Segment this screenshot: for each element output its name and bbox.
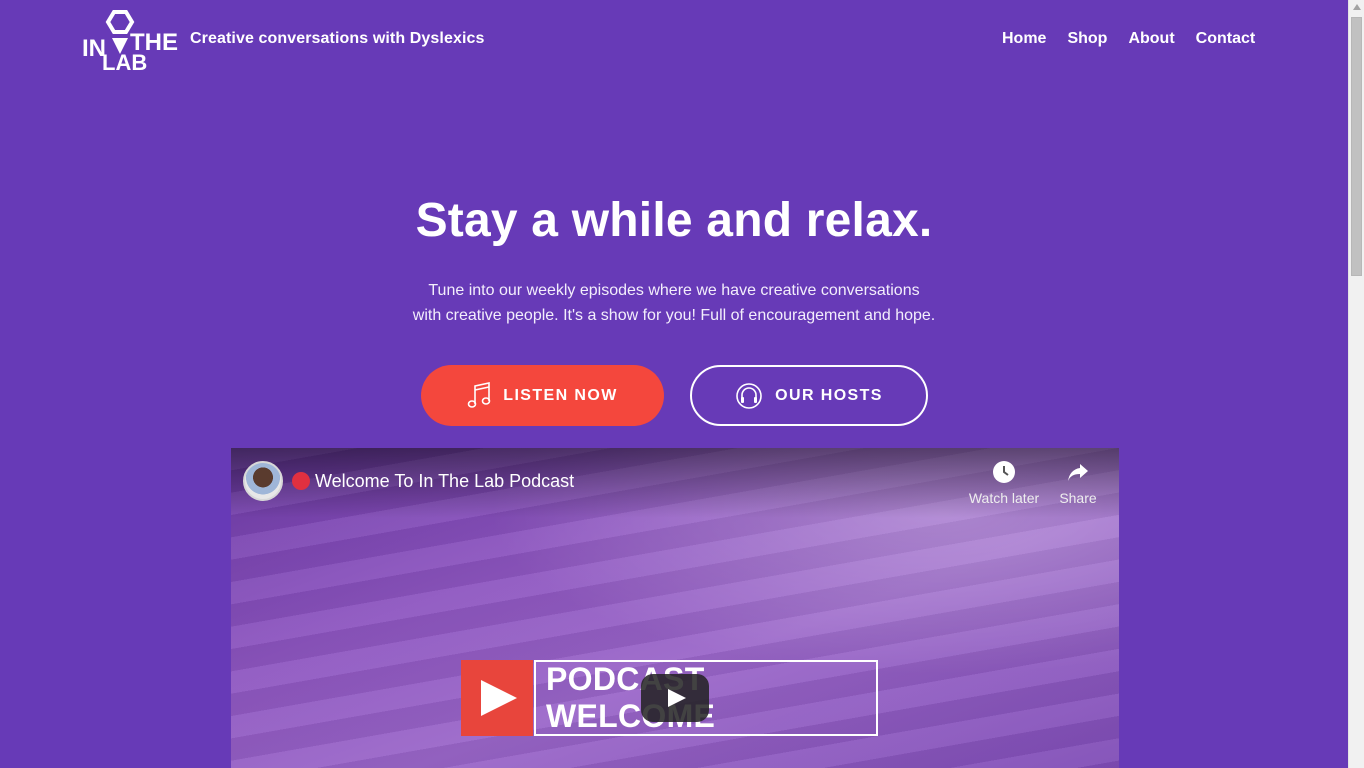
youtube-embed[interactable]: Welcome To In The Lab Podcast Watch late… bbox=[231, 448, 1119, 768]
video-title[interactable]: Welcome To In The Lab Podcast bbox=[315, 471, 574, 492]
share-button[interactable]: Share bbox=[1038, 460, 1118, 506]
our-hosts-label: OUR HOSTS bbox=[775, 386, 883, 404]
share-label: Share bbox=[1059, 490, 1097, 506]
logo[interactable]: IN THE LAB bbox=[80, 8, 178, 75]
clock-icon bbox=[993, 461, 1015, 483]
logo-icon: IN THE LAB bbox=[82, 10, 178, 75]
thumbnail-play-block bbox=[461, 660, 533, 736]
thumbnail-play-icon bbox=[481, 680, 517, 716]
watch-later-label: Watch later bbox=[968, 490, 1040, 506]
hero-text-line-2: with creative people. It's a show for yo… bbox=[412, 307, 936, 324]
scrollbar-thumb[interactable] bbox=[1351, 17, 1362, 276]
watch-later-button[interactable]: Watch later bbox=[964, 460, 1044, 506]
main-nav: Home Shop About Contact bbox=[1002, 30, 1276, 48]
channel-avatar[interactable] bbox=[243, 461, 283, 501]
nav-shop[interactable]: Shop bbox=[1067, 30, 1107, 48]
svg-text:LAB: LAB bbox=[102, 50, 147, 72]
nav-about[interactable]: About bbox=[1128, 30, 1174, 48]
play-icon bbox=[668, 689, 686, 707]
hero-text-line-1: Tune into our weekly episodes where we h… bbox=[428, 282, 920, 299]
hero-description: Tune into our weekly episodes where we h… bbox=[0, 278, 1348, 328]
listen-now-label: LISTEN NOW bbox=[503, 386, 618, 404]
music-note-icon bbox=[467, 381, 491, 408]
headphones-icon bbox=[736, 382, 762, 409]
nav-contact[interactable]: Contact bbox=[1196, 30, 1256, 48]
share-icon bbox=[1068, 464, 1088, 481]
listen-now-button[interactable]: LISTEN NOW bbox=[421, 365, 664, 426]
page-scrollbar[interactable] bbox=[1348, 0, 1364, 768]
site-header: IN THE LAB Creative conversations with D… bbox=[0, 0, 1348, 80]
red-dot-icon bbox=[292, 472, 310, 490]
scroll-up-arrow-icon[interactable] bbox=[1353, 4, 1361, 10]
nav-home[interactable]: Home bbox=[1002, 30, 1046, 48]
our-hosts-button[interactable]: OUR HOSTS bbox=[690, 365, 928, 426]
site-tagline: Creative conversations with Dyslexics bbox=[190, 30, 485, 47]
hero-title: Stay a while and relax. bbox=[415, 194, 933, 247]
video-play-button[interactable] bbox=[641, 674, 709, 722]
